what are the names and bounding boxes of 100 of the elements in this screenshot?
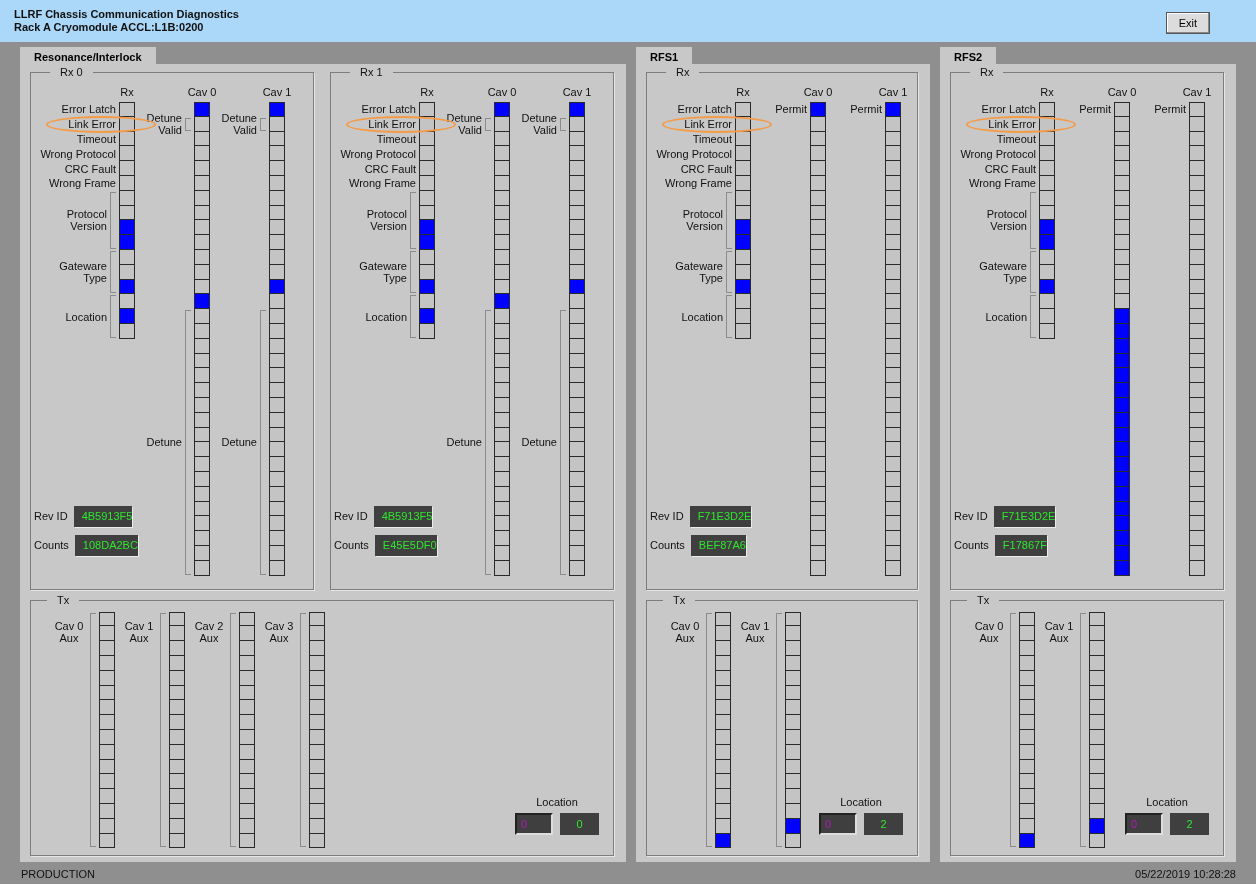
indicator-label: Cav 1 Aux [1043, 619, 1075, 644]
indicator-label: Wrong Frame [48, 177, 116, 190]
indicator-label: CRC Fault [364, 162, 416, 175]
indicator-label: Detune Valid [221, 112, 257, 137]
indicator-label: Error Latch [61, 103, 116, 116]
column-header: Cav 0 [487, 86, 517, 98]
indicator-label: Detune [521, 436, 557, 449]
indicator-label: Wrong Frame [664, 177, 732, 190]
indicator-label: Location [681, 310, 723, 323]
indicator-label: Gateware Type [59, 260, 107, 285]
exit-button[interactable]: Exit [1165, 12, 1210, 34]
frame-title: Rx 0 [50, 66, 93, 79]
indicator-label: Timeout [692, 133, 732, 145]
column-header: Cav 1 [562, 86, 592, 98]
indicator-label: Cav 1 Aux [123, 619, 155, 644]
indicator-label: Wrong Protocol [340, 147, 416, 160]
tab[interactable]: Resonance/Interlock [20, 47, 156, 64]
readout-field: F71E3D2E [993, 505, 1056, 527]
indicator-label: Protocol Version [682, 208, 723, 233]
indicator-label: Wrong Frame [348, 177, 416, 190]
column-header: Rx [1040, 86, 1054, 98]
indicator-label: Wrong Protocol [960, 147, 1036, 160]
indicator-label: Detune Valid [446, 112, 482, 137]
field-label: Counts [650, 538, 685, 552]
indicator-label: Protocol Version [986, 208, 1027, 233]
indicator-label: Protocol Version [66, 208, 107, 233]
indicator-label: Gateware Type [979, 260, 1027, 285]
indicator-label: Cav 1 Aux [739, 619, 771, 644]
indicator-label: Link Error [68, 118, 116, 131]
field-label: Counts [954, 538, 989, 552]
field-label: Rev ID [334, 509, 368, 523]
indicator-label: Cav 0 Aux [669, 619, 701, 644]
indicator-label: Wrong Frame [968, 177, 1036, 190]
column-header: Cav 0 [803, 86, 833, 98]
indicator-label: Timeout [76, 133, 116, 145]
field-label: Counts [34, 538, 69, 552]
location-label: Location [1146, 796, 1188, 809]
indicator-label: Permit [1079, 103, 1111, 116]
indicator-label: Protocol Version [366, 208, 407, 233]
indicator-label: Link Error [684, 118, 732, 131]
field-label: Rev ID [650, 509, 684, 523]
location-readout: 0 [560, 813, 599, 835]
indicator-label: Wrong Protocol [656, 147, 732, 160]
indicator-label: CRC Fault [984, 162, 1036, 175]
indicator-label: CRC Fault [64, 162, 116, 175]
readout-field: 4B5913F5 [373, 505, 433, 527]
indicator-label: Permit [775, 103, 807, 116]
readout-field: F71E3D2E [689, 505, 752, 527]
field-label: Counts [334, 538, 369, 552]
indicator-label: Location [365, 310, 407, 323]
indicator-label: Detune [221, 436, 257, 449]
indicator-label: Cav 0 Aux [53, 619, 85, 644]
column-header: Rx [420, 86, 434, 98]
column-header: Cav 1 [262, 86, 292, 98]
indicator-label: CRC Fault [680, 162, 732, 175]
location-label: Location [536, 796, 578, 809]
indicator-label: Error Latch [361, 103, 416, 116]
tab[interactable]: RFS1 [636, 47, 693, 64]
tab[interactable]: RFS2 [940, 47, 997, 64]
indicator-label: Location [985, 310, 1027, 323]
readout-field: E45E5DF0 [374, 534, 437, 556]
frame-title: Tx [967, 593, 1000, 607]
window-title: LLRF Chassis Communication Diagnostics [14, 8, 239, 21]
indicator-label: Error Latch [677, 103, 732, 116]
indicator-label: Wrong Protocol [40, 147, 116, 160]
location-label: Location [840, 796, 882, 809]
column-header: Cav 0 [187, 86, 217, 98]
readout-field: 4B5913F5 [73, 505, 133, 527]
indicator-label: Detune [446, 436, 482, 449]
indicator-label: Permit [850, 103, 882, 116]
location-readout: 2 [864, 813, 903, 835]
indicator-label: Detune Valid [521, 112, 557, 137]
timestamp: 05/22/2019 10:28:28 [1135, 868, 1236, 882]
column-header: Cav 1 [878, 86, 908, 98]
status-text: PRODUCTION [21, 868, 95, 882]
indicator-label: Cav 2 Aux [193, 619, 225, 644]
frame-title: Rx 1 [350, 66, 393, 79]
column-header: Rx [120, 86, 134, 98]
indicator-label: Link Error [988, 118, 1036, 131]
indicator-label: Link Error [368, 118, 416, 131]
column-header: Cav 1 [1182, 86, 1212, 98]
indicator-label: Timeout [996, 133, 1036, 145]
frame-title: Rx [666, 66, 700, 79]
column-header: Rx [736, 86, 750, 98]
indicator-label: Timeout [376, 133, 416, 145]
readout-field: BEF87A6 [690, 534, 746, 556]
indicator-label: Cav 0 Aux [973, 619, 1005, 644]
frame-title: Rx [970, 66, 1004, 79]
frame-title: Tx [47, 593, 80, 607]
indicator-label: Location [65, 310, 107, 323]
window-subtitle: Rack A Cryomodule ACCL:L1B:0200 [14, 21, 205, 34]
indicator-label: Error Latch [981, 103, 1036, 116]
indicator-label: Detune Valid [146, 112, 182, 137]
column-header: Cav 0 [1107, 86, 1137, 98]
frame-title: Tx [663, 593, 696, 607]
indicator-label: Detune [146, 436, 182, 449]
indicator-label: Gateware Type [359, 260, 407, 285]
readout-field: F17867F [994, 534, 1047, 556]
field-label: Rev ID [954, 509, 988, 523]
indicator-label: Permit [1154, 103, 1186, 116]
